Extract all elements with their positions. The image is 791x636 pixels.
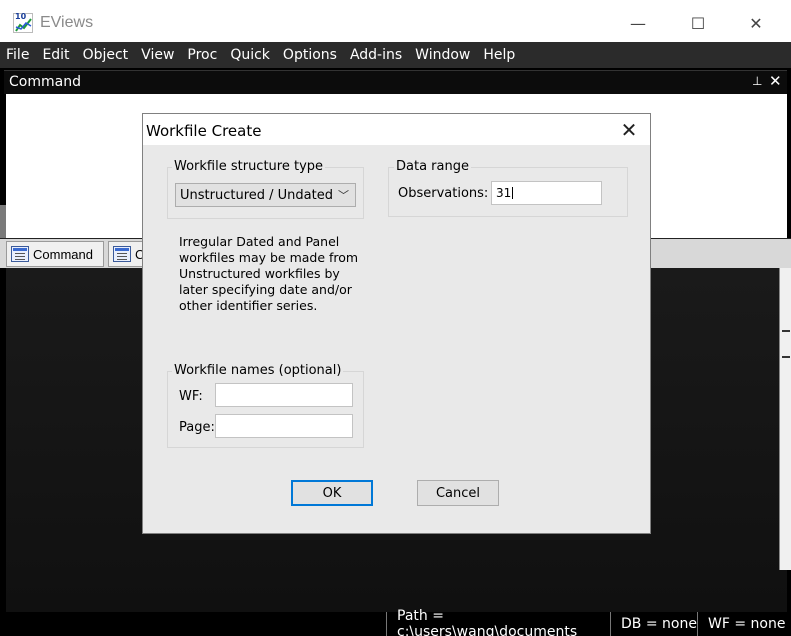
tab-command-label: Command [33, 246, 93, 262]
capture-window-icon [113, 246, 131, 262]
command-pane-title: Command [9, 74, 81, 90]
app-title: EViews [40, 14, 94, 31]
observations-input[interactable]: 31 [491, 181, 602, 205]
close-pane-icon[interactable]: ✕ [769, 72, 782, 90]
maximize-icon[interactable]: ☐ [675, 8, 721, 38]
observations-label: Observations: [398, 186, 489, 201]
structure-type-label: Workfile structure type [172, 159, 326, 174]
command-window-icon [11, 246, 29, 262]
workfile-names-group: Workfile names (optional) WF: Page: [167, 363, 364, 448]
menu-quick[interactable]: Quick [230, 47, 270, 63]
menu-object[interactable]: Object [83, 47, 129, 63]
data-range-label: Data range [394, 159, 471, 174]
status-path[interactable]: Path = c:\users\wang\documents [386, 608, 610, 636]
chevron-down-icon: ﹀ [338, 189, 349, 202]
status-bar: Path = c:\users\wang\documents DB = none… [0, 608, 791, 636]
menu-file[interactable]: File [6, 47, 29, 63]
workfile-create-dialog: Workfile Create ✕ Workfile structure typ… [142, 113, 651, 534]
pin-icon[interactable]: ⊥ [752, 74, 762, 88]
panel-grip-icon [782, 330, 790, 358]
dialog-close-icon[interactable]: ✕ [614, 117, 644, 143]
wf-label: WF: [179, 389, 203, 404]
page-name-input[interactable] [215, 414, 353, 438]
workfile-names-label: Workfile names (optional) [172, 363, 344, 378]
menu-bar: File Edit Object View Proc Quick Options… [0, 42, 791, 68]
structure-type-value: Unstructured / Undated [180, 187, 333, 203]
dialog-title-bar: Workfile Create ✕ [143, 114, 650, 145]
close-window-icon[interactable]: ✕ [733, 8, 779, 38]
page-label: Page: [179, 420, 215, 435]
menu-view[interactable]: View [141, 47, 174, 63]
structure-type-select[interactable]: Unstructured / Undated ﹀ [175, 183, 356, 207]
pane-edge [0, 205, 6, 238]
minimize-icon[interactable]: — [615, 8, 661, 38]
menu-window[interactable]: Window [415, 47, 470, 63]
menu-add-ins[interactable]: Add-ins [350, 47, 402, 63]
app-title-bar: 10 EViews — ☐ ✕ [0, 0, 791, 42]
ok-button[interactable]: OK [291, 480, 373, 506]
right-side-panel [779, 268, 791, 570]
status-wf[interactable]: WF = none [697, 612, 791, 636]
data-range-group: Data range Observations: 31 [388, 159, 628, 217]
eviews-logo-icon: 10 [13, 12, 33, 33]
structure-type-group: Workfile structure type Unstructured / U… [167, 159, 364, 219]
wf-name-input[interactable] [215, 383, 353, 407]
dialog-body: Workfile structure type Unstructured / U… [143, 145, 650, 533]
observations-value: 31 [496, 186, 512, 200]
dialog-title: Workfile Create [146, 122, 262, 140]
cancel-button[interactable]: Cancel [417, 480, 499, 506]
menu-edit[interactable]: Edit [42, 47, 69, 63]
status-db[interactable]: DB = none [610, 612, 697, 636]
menu-help[interactable]: Help [483, 47, 515, 63]
menu-options[interactable]: Options [283, 47, 337, 63]
structure-info-text: Irregular Dated and Panel workfiles may … [179, 234, 359, 313]
text-caret [512, 187, 514, 199]
menu-proc[interactable]: Proc [187, 47, 217, 63]
tab-command[interactable]: Command [6, 241, 104, 267]
command-pane-header: Command ⊥ ✕ [4, 70, 787, 94]
